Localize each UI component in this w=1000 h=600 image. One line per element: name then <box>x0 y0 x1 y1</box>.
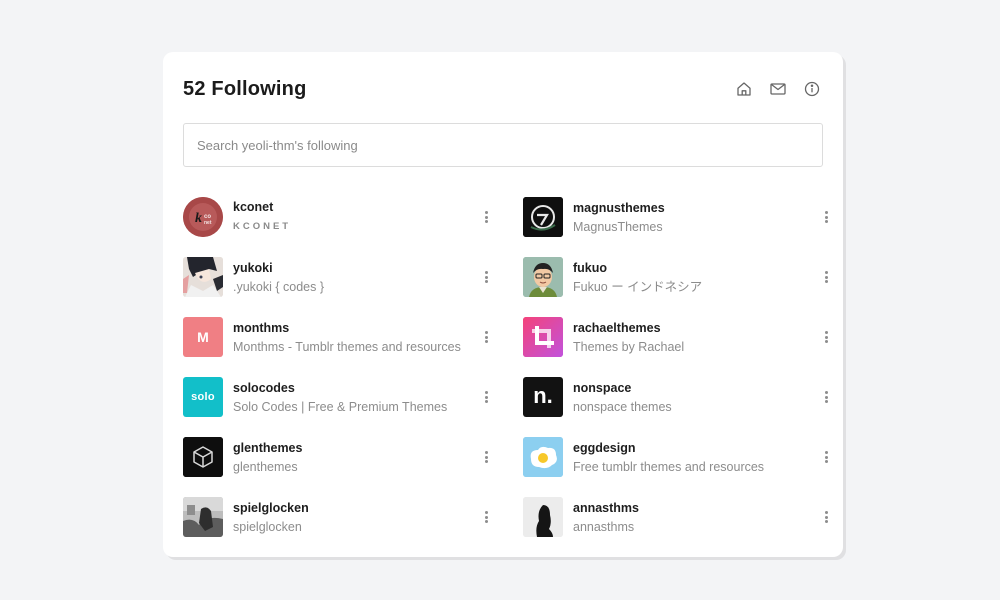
blog-name[interactable]: annasthms <box>573 500 809 516</box>
item-meta: spielglocken spielglocken <box>233 500 469 535</box>
avatar[interactable] <box>183 437 223 477</box>
list-item[interactable]: magnusthemes MagnusThemes <box>523 197 833 237</box>
more-options-icon[interactable] <box>481 269 491 285</box>
avatar[interactable]: n. <box>523 377 563 417</box>
mail-icon[interactable] <box>769 80 787 98</box>
blog-name[interactable]: fukuo <box>573 260 809 276</box>
home-icon[interactable] <box>735 80 753 98</box>
blog-title: glenthemes <box>233 459 298 474</box>
list-item[interactable]: annasthms annasthms <box>523 497 833 537</box>
avatar[interactable]: k co net <box>183 197 223 237</box>
item-meta: fukuo Fukuo ー インドネシア <box>573 260 809 295</box>
avatar[interactable] <box>523 497 563 537</box>
list-item[interactable]: solo solocodes Solo Codes | Free & Premi… <box>183 377 493 417</box>
blog-title: .yukoki { codes } <box>233 279 325 294</box>
more-options-icon[interactable] <box>821 269 831 285</box>
item-meta: annasthms annasthms <box>573 500 809 535</box>
blog-name[interactable]: nonspace <box>573 380 809 396</box>
letter-m-logo: M <box>197 329 209 345</box>
list-item[interactable]: fukuo Fukuo ー インドネシア <box>523 257 833 297</box>
avatar[interactable]: M <box>183 317 223 357</box>
anime-character-icon <box>183 257 223 297</box>
following-card: 52 Following Search yeoli-thm's followin… <box>163 52 843 557</box>
cube-logo-icon <box>183 437 223 477</box>
item-meta: kconet KCONET <box>233 199 469 235</box>
magnus-logo-icon <box>523 197 563 237</box>
more-options-icon[interactable] <box>481 509 491 525</box>
more-options-icon[interactable] <box>821 449 831 465</box>
more-options-icon[interactable] <box>821 329 831 345</box>
avatar[interactable] <box>523 437 563 477</box>
list-item[interactable]: rachaelthemes Themes by Rachael <box>523 317 833 357</box>
blog-title: Free tumblr themes and resources <box>573 459 765 474</box>
blog-name[interactable]: rachaelthemes <box>573 320 809 336</box>
blog-name[interactable]: glenthemes <box>233 440 469 456</box>
blog-name[interactable]: spielglocken <box>233 500 469 516</box>
svg-text:net: net <box>204 220 212 226</box>
list-item[interactable]: n. nonspace nonspace themes <box>523 377 833 417</box>
silhouette-photo-icon <box>523 497 563 537</box>
blog-title: MagnusThemes <box>573 219 663 234</box>
solo-logo: solo <box>191 391 215 403</box>
avatar[interactable] <box>183 257 223 297</box>
more-options-icon[interactable] <box>481 329 491 345</box>
header-icons <box>735 80 821 98</box>
more-options-icon[interactable] <box>821 389 831 405</box>
blog-title: nonspace themes <box>573 399 672 414</box>
more-options-icon[interactable] <box>821 209 831 225</box>
avatar[interactable] <box>183 497 223 537</box>
list-item[interactable]: glenthemes glenthemes <box>183 437 493 477</box>
more-options-icon[interactable] <box>481 209 491 225</box>
list-item[interactable]: M monthms Monthms - Tumblr themes and re… <box>183 317 493 357</box>
page-title: 52 Following <box>183 77 307 100</box>
blog-name[interactable]: magnusthemes <box>573 200 809 216</box>
item-meta: glenthemes glenthemes <box>233 440 469 475</box>
crop-logo-icon <box>523 317 563 357</box>
item-meta: solocodes Solo Codes | Free & Premium Th… <box>233 380 469 415</box>
svg-text:k: k <box>195 211 202 226</box>
blog-title: Monthms - Tumblr themes and resources <box>233 339 461 354</box>
item-meta: magnusthemes MagnusThemes <box>573 200 809 235</box>
blog-title: Solo Codes | Free & Premium Themes <box>233 399 448 414</box>
more-options-icon[interactable] <box>481 389 491 405</box>
avatar[interactable] <box>523 317 563 357</box>
list-item[interactable]: k co net kconet KCONET <box>183 197 493 237</box>
more-options-icon[interactable] <box>481 449 491 465</box>
item-meta: rachaelthemes Themes by Rachael <box>573 320 809 355</box>
list-item[interactable]: spielglocken spielglocken <box>183 497 493 537</box>
list-item[interactable]: yukoki .yukoki { codes } <box>183 257 493 297</box>
blog-title: Themes by Rachael <box>573 339 685 354</box>
grayscale-photo-icon <box>183 497 223 537</box>
item-meta: yukoki .yukoki { codes } <box>233 260 469 295</box>
blog-name[interactable]: solocodes <box>233 380 469 396</box>
more-options-icon[interactable] <box>821 509 831 525</box>
search-input[interactable] <box>183 123 823 167</box>
info-icon[interactable] <box>803 80 821 98</box>
kconet-logo-icon: k co net <box>183 197 223 237</box>
blog-title: Fukuo ー インドネシア <box>573 279 703 294</box>
list-item[interactable]: eggdesign Free tumblr themes and resourc… <box>523 437 833 477</box>
egg-logo-icon <box>523 437 563 477</box>
avatar[interactable]: solo <box>183 377 223 417</box>
following-list: k co net kconet KCONET magnusthemes Magn… <box>183 197 828 537</box>
blog-title: spielglocken <box>233 519 302 534</box>
item-meta: eggdesign Free tumblr themes and resourc… <box>573 440 809 475</box>
blog-name[interactable]: monthms <box>233 320 469 336</box>
item-meta: monthms Monthms - Tumblr themes and reso… <box>233 320 469 355</box>
avatar[interactable] <box>523 257 563 297</box>
blog-name[interactable]: kconet <box>233 199 469 215</box>
avatar[interactable] <box>523 197 563 237</box>
blog-title: KCONET <box>233 221 292 232</box>
item-meta: nonspace nonspace themes <box>573 380 809 415</box>
blog-name[interactable]: eggdesign <box>573 440 809 456</box>
card-header: 52 Following <box>183 74 823 104</box>
blog-title: annasthms <box>573 519 635 534</box>
blog-name[interactable]: yukoki <box>233 260 469 276</box>
cartoon-avatar-icon <box>523 257 563 297</box>
n-logo: n. <box>533 382 553 408</box>
